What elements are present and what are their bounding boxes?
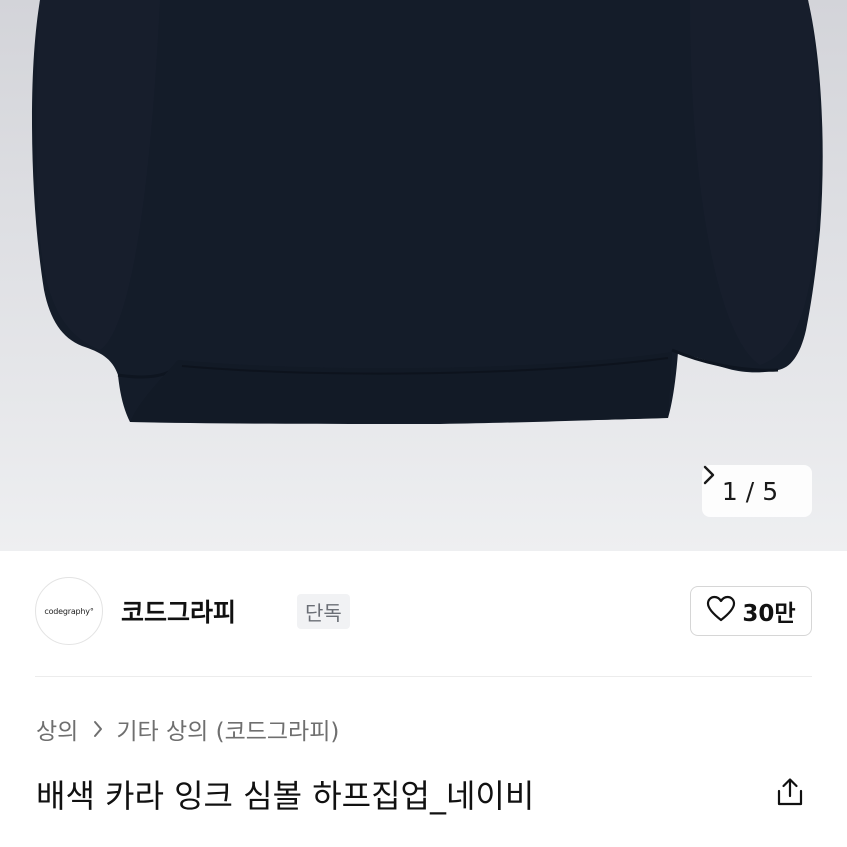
- like-count: 30만: [742, 601, 796, 627]
- breadcrumb-subcategory[interactable]: 기타 상의 (코드그라피): [116, 712, 339, 746]
- share-button[interactable]: [772, 776, 808, 812]
- chevron-right-icon: [92, 720, 104, 738]
- current-image-number: 1: [721, 476, 738, 506]
- product-page: 1 / 5 codegraphy° 코드그라피 단독 30만 상의 기타 상의 …: [0, 0, 847, 847]
- share-icon: [774, 776, 806, 812]
- like-button[interactable]: 30만: [690, 586, 812, 636]
- exclusive-badge: 단독: [297, 594, 350, 629]
- heart-icon: [706, 595, 736, 627]
- breadcrumb: 상의 기타 상의 (코드그라피): [36, 712, 339, 746]
- total-image-count: 5: [762, 476, 779, 506]
- section-divider: [35, 676, 812, 677]
- product-title: 배색 카라 잉크 심볼 하프집업_네이비: [36, 777, 535, 815]
- image-counter-separator: /: [745, 476, 755, 506]
- brand-name[interactable]: 코드그라피: [121, 593, 236, 629]
- breadcrumb-category[interactable]: 상의: [36, 712, 78, 746]
- product-image-gallery[interactable]: 1 / 5: [0, 0, 847, 551]
- brand-logo[interactable]: codegraphy°: [35, 577, 103, 645]
- brand-logo-text: codegraphy°: [44, 606, 94, 616]
- image-counter[interactable]: 1 / 5: [702, 465, 812, 517]
- brand-row: codegraphy° 코드그라피 단독 30만: [35, 576, 812, 646]
